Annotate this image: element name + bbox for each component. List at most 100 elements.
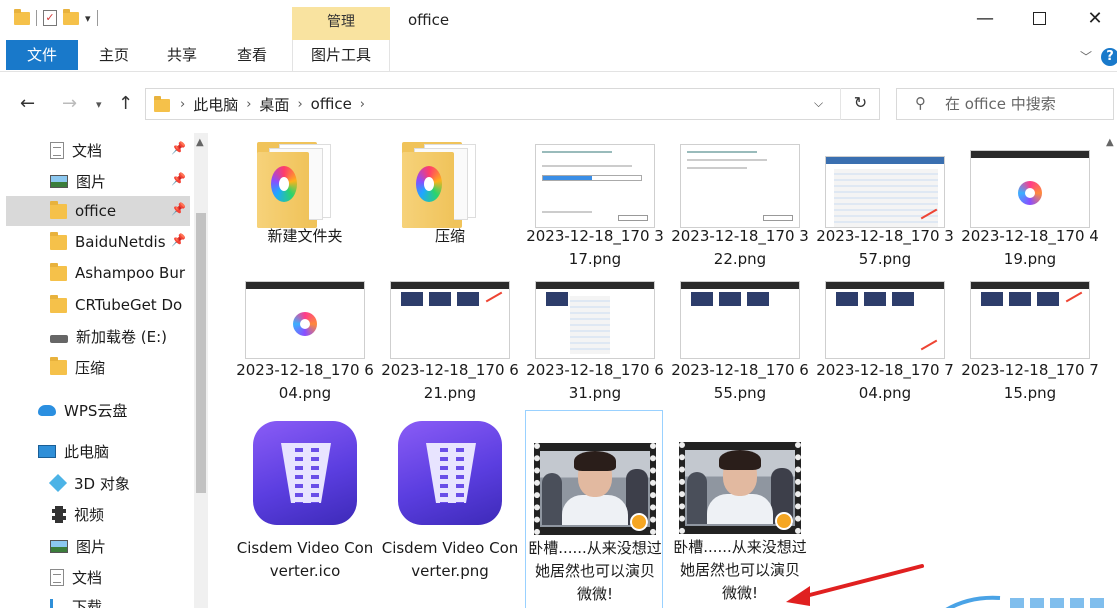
- folder-icon: [50, 356, 67, 375]
- file-thumbnail: [381, 415, 519, 531]
- chevron-right-icon[interactable]: ›: [297, 97, 302, 112]
- back-arrow-icon[interactable]: ←: [20, 93, 35, 114]
- thumb-detail: [546, 292, 568, 306]
- sidebar-item-ashampoo[interactable]: Ashampoo Bur: [6, 258, 190, 288]
- thumb-detail: [971, 151, 1089, 158]
- thumb-detail: [391, 282, 509, 289]
- address-bar[interactable]: › 此电脑 › 桌面 › office ›: [145, 88, 880, 120]
- sidebar-item-pictures[interactable]: 图片 📌: [6, 166, 190, 196]
- thumb-detail: [763, 215, 793, 221]
- close-button[interactable]: ✕: [1080, 8, 1110, 29]
- thumb-detail: [892, 292, 914, 306]
- breadcrumb-office[interactable]: office: [311, 95, 352, 113]
- sidebar-item-compress[interactable]: 压缩: [6, 352, 190, 382]
- thumb-detail: [542, 151, 612, 153]
- image-thumbnail: [825, 281, 945, 359]
- file-item-selected[interactable]: 卧槽......从来没想过她居然也可以演贝微微!: [525, 410, 663, 608]
- cloud-icon: [38, 404, 56, 416]
- folder-icon[interactable]: [14, 8, 30, 25]
- window-title: office: [408, 11, 450, 29]
- scrollbar-thumb[interactable]: [196, 213, 206, 493]
- file-name: 新建文件夹: [267, 227, 343, 245]
- customize-qat-icon[interactable]: ▾: [85, 12, 91, 25]
- toolbar-separator: [36, 10, 37, 26]
- thumb-detail: [1009, 292, 1031, 306]
- new-folder-icon[interactable]: [63, 8, 79, 25]
- sidebar-item-label: 文档: [72, 568, 103, 587]
- folder-icon: [50, 231, 67, 250]
- image-thumbnail: [390, 281, 510, 359]
- file-thumbnail: [526, 133, 664, 228]
- tab-view[interactable]: 查看: [228, 40, 276, 71]
- sidebar-item-drive-e[interactable]: 新加载卷 (E:): [6, 321, 190, 351]
- up-arrow-icon[interactable]: ↑: [118, 93, 133, 114]
- recent-locations-icon[interactable]: ▾: [96, 98, 102, 111]
- tab-picture-tools[interactable]: 图片工具: [292, 40, 390, 71]
- expand-ribbon-icon[interactable]: ﹀: [1080, 48, 1092, 65]
- search-box[interactable]: ⚲: [896, 88, 1114, 120]
- search-input[interactable]: [945, 93, 1105, 115]
- ribbon-tabs: 文件 主页 共享 查看 图片工具 ﹀ ?: [0, 40, 1117, 72]
- image-thumbnail: [680, 144, 800, 228]
- address-dropdown-icon[interactable]: ⌵: [814, 96, 823, 111]
- file-thumbnail: [671, 410, 809, 534]
- sidebar-item-downloads[interactable]: 下载: [6, 591, 190, 608]
- thumb-detail: [618, 215, 648, 221]
- video-scene: [574, 451, 616, 471]
- scroll-up-icon[interactable]: ▲: [196, 137, 204, 148]
- document-icon: [50, 568, 64, 586]
- watermark-glyph: [1030, 598, 1044, 608]
- sidebar-item-baidunetdisk[interactable]: BaiduNetdis 📌: [6, 227, 190, 257]
- context-tab-manage[interactable]: 管理: [292, 7, 390, 40]
- file-thumbnail: [526, 411, 664, 535]
- file-name: 卧槽......从来没想过她居然也可以演贝微微!: [528, 539, 662, 603]
- thumb-detail: [687, 151, 757, 153]
- sidebar-item-3d-objects[interactable]: 3D 对象: [6, 468, 190, 498]
- forward-arrow-icon[interactable]: →: [62, 93, 77, 114]
- thumb-detail: [485, 291, 503, 303]
- file-name: 2023-12-18_170 631.png: [526, 361, 664, 402]
- download-icon: [50, 599, 64, 608]
- tab-home[interactable]: 主页: [90, 40, 138, 71]
- help-button[interactable]: ?: [1101, 48, 1117, 66]
- pin-icon[interactable]: 📌: [171, 141, 186, 155]
- chevron-right-icon[interactable]: ›: [246, 97, 251, 112]
- sidebar-item-videos[interactable]: 视频: [6, 499, 190, 529]
- breadcrumb-desktop[interactable]: 桌面: [259, 94, 289, 115]
- sidebar-item-this-pc[interactable]: 此电脑: [6, 436, 190, 466]
- sidebar-scrollbar[interactable]: ▲: [194, 133, 208, 608]
- pin-icon[interactable]: 📌: [171, 202, 186, 216]
- file-name: 2023-12-18_170 419.png: [961, 227, 1099, 268]
- 3d-objects-icon: [48, 473, 68, 493]
- pin-icon[interactable]: 📌: [171, 172, 186, 186]
- content-scrollbar[interactable]: ▲: [1103, 133, 1117, 608]
- sidebar-item-wps-cloud[interactable]: WPS云盘: [6, 395, 190, 425]
- refresh-button[interactable]: ↻: [840, 88, 880, 120]
- sidebar-item-office[interactable]: office 📌: [6, 196, 190, 226]
- minimize-button[interactable]: —: [970, 8, 1000, 29]
- properties-icon[interactable]: ✓: [43, 10, 57, 26]
- tab-file[interactable]: 文件: [6, 40, 78, 70]
- folder-icon: [257, 142, 353, 228]
- chevron-right-icon[interactable]: ›: [180, 97, 185, 112]
- pin-icon[interactable]: 📌: [171, 233, 186, 247]
- computer-icon: [38, 444, 56, 458]
- sidebar-item-documents-2[interactable]: 文档: [6, 562, 190, 592]
- tab-share[interactable]: 共享: [158, 40, 206, 71]
- refresh-icon: ↻: [853, 93, 868, 112]
- sidebar-item-crtubeget[interactable]: CRTubeGet Do: [6, 290, 190, 320]
- chevron-right-icon[interactable]: ›: [360, 97, 365, 112]
- picture-icon: [50, 174, 68, 188]
- thumb-detail: [981, 292, 1003, 306]
- thumb-detail: [864, 292, 886, 306]
- scroll-up-icon[interactable]: ▲: [1106, 137, 1114, 148]
- picture-icon: [50, 539, 68, 553]
- watermark-glyph: [1010, 598, 1024, 608]
- sidebar-item-documents[interactable]: 文档 📌: [6, 135, 190, 165]
- sidebar-item-pictures-2[interactable]: 图片: [6, 531, 190, 561]
- thumb-detail: [401, 292, 423, 306]
- navigation-bar: ← → ▾ ↑ › 此电脑 › 桌面 › office › ⌵ ↻ ⚲: [0, 73, 1117, 133]
- thumb-detail: [826, 157, 944, 164]
- breadcrumb-this-pc[interactable]: 此电脑: [193, 94, 238, 115]
- maximize-button[interactable]: [1024, 8, 1054, 30]
